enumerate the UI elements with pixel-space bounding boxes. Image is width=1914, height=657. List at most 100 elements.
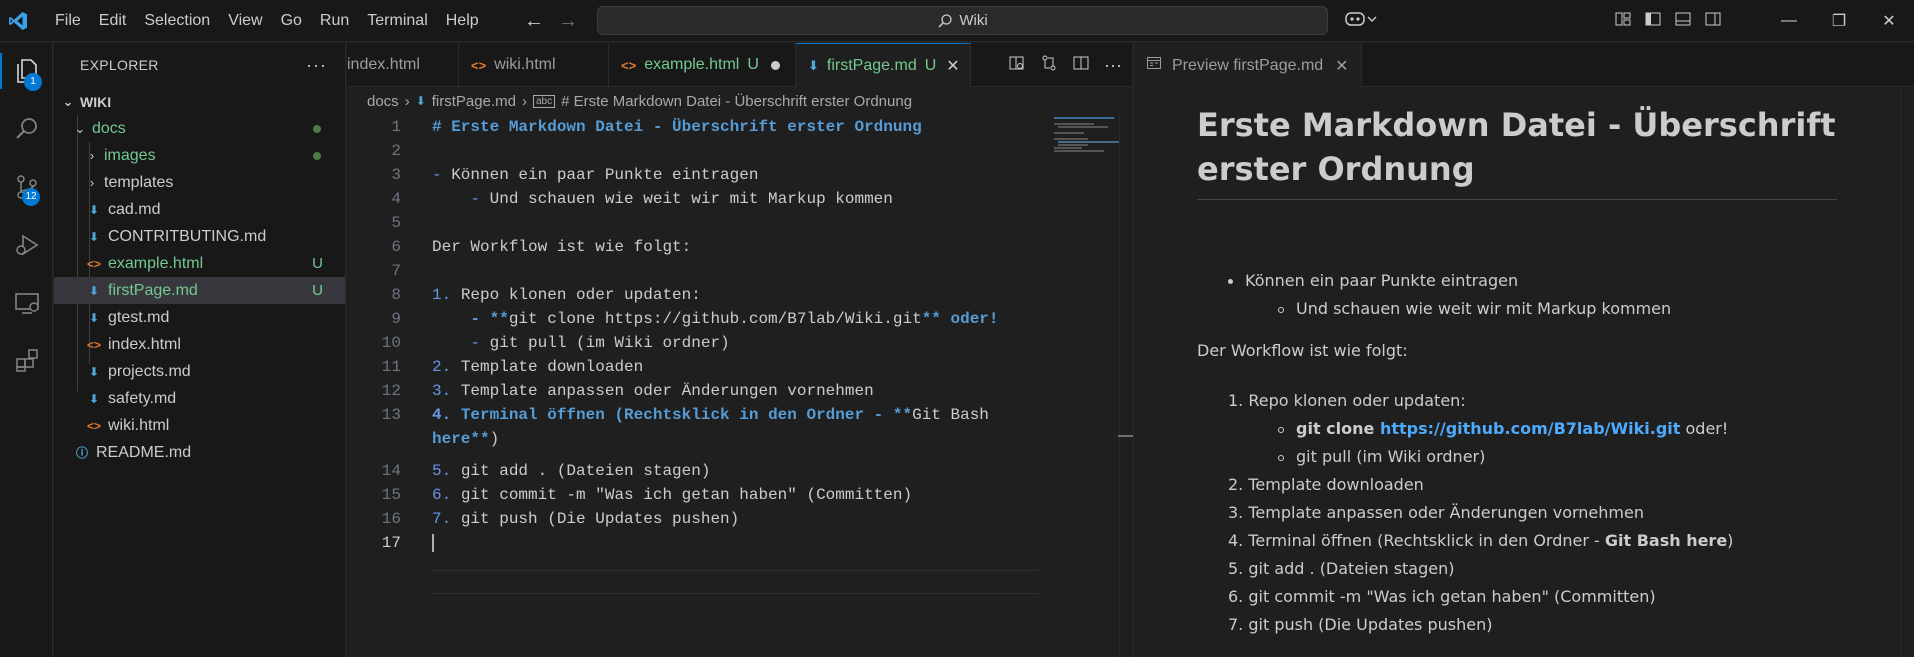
compare-changes-icon[interactable] [1040, 54, 1058, 77]
line-number: 15 [381, 486, 401, 504]
editor-scrollbar[interactable] [1118, 115, 1134, 657]
tab-label: example.html [644, 56, 740, 73]
tree-item-label: templates [104, 173, 174, 191]
line-number: 11 [381, 358, 401, 376]
more-actions-icon[interactable]: ··· [1104, 55, 1122, 76]
menu-selection[interactable]: Selection [135, 0, 219, 42]
menu-terminal[interactable]: Terminal [358, 0, 436, 42]
tree-file-readme[interactable]: ⓘ README.md [54, 439, 345, 466]
scroll-position-marker [1118, 435, 1134, 437]
workspace-root[interactable]: ⌄ WIKI [54, 88, 345, 115]
tree-file-safety[interactable]: ⬇ safety.md [54, 385, 345, 412]
tree-folder-images[interactable]: › images [54, 142, 345, 169]
markdown-file-icon: ⬇ [88, 229, 100, 244]
toggle-primary-sidebar-icon[interactable] [1644, 10, 1662, 33]
explorer-sidebar: EXPLORER ··· ⌄ WIKI ⌄ docs › images › te… [54, 43, 346, 657]
explorer-title: EXPLORER [80, 57, 159, 73]
markdown-file-icon: ⬇ [88, 391, 100, 406]
back-arrow-icon[interactable]: ← [524, 10, 544, 33]
restore-icon[interactable]: ❐ [1814, 11, 1864, 31]
search-view-icon[interactable] [0, 105, 53, 153]
modified-dot [313, 151, 321, 160]
tree-file-contributing[interactable]: ⬇ CONTRITBUTING.md [54, 223, 345, 250]
line-text: 3. Template anpassen oder Änderungen vor… [432, 382, 874, 400]
forward-arrow-icon[interactable]: → [558, 10, 578, 33]
command-center-label: Wiki [959, 12, 988, 29]
menu-help[interactable]: Help [437, 0, 488, 42]
tree-item-label: wiki.html [108, 416, 170, 434]
split-editor-icon[interactable] [1072, 54, 1090, 77]
breadcrumb-item[interactable]: docs [367, 93, 399, 110]
open-preview-icon[interactable] [1008, 54, 1026, 77]
line-text: 7. git push (Die Updates pushen) [432, 510, 740, 528]
extensions-icon[interactable] [0, 337, 53, 385]
tree-file-projects[interactable]: ⬇ projects.md [54, 358, 345, 385]
tab-firstpage-md[interactable]: ⬇ firstPage.md U ✕ [796, 43, 971, 88]
customize-layout-icon[interactable] [1614, 10, 1632, 33]
tree-file-firstpage[interactable]: ⬇ firstPage.md U [54, 277, 345, 304]
close-window-icon[interactable]: ✕ [1864, 11, 1914, 31]
untracked-status: U [312, 255, 323, 272]
tree-folder-templates[interactable]: › templates [54, 169, 345, 196]
breadcrumb: docs › ⬇ firstPage.md › abc # Erste Mark… [367, 90, 912, 112]
menu-view[interactable]: View [219, 0, 271, 42]
bullet-icon [1278, 426, 1284, 433]
line-text: 6. git commit -m "Was ich getan haben" (… [432, 486, 913, 504]
html-file-icon: <> [621, 57, 637, 73]
run-debug-icon[interactable] [0, 221, 53, 269]
menu-edit[interactable]: Edit [90, 0, 136, 42]
remote-explorer-icon[interactable] [0, 279, 53, 327]
line-number: 8 [391, 286, 401, 304]
tab-wiki-html[interactable]: <> wiki.html [459, 43, 609, 87]
menu-go[interactable]: Go [272, 0, 311, 42]
line-number: 7 [391, 262, 401, 280]
bold-text: git clone [1296, 419, 1380, 438]
toggle-panel-icon[interactable] [1674, 10, 1692, 33]
close-tab-icon[interactable]: ✕ [946, 56, 959, 76]
tab-example-html[interactable]: <> example.html U [609, 43, 796, 87]
line-number: 4 [391, 190, 401, 208]
tree-file-index[interactable]: <> index.html [54, 331, 345, 358]
list-item-text: 4. Terminal öffnen (Rechtsklick in den O… [1228, 531, 1605, 550]
line-text: - Und schauen wie weit wir mit Markup ko… [470, 190, 893, 208]
ordered-item: 3. Template anpassen oder Änderungen vor… [1228, 503, 1644, 522]
editor-group: index.html <> wiki.html <> example.html … [347, 43, 1134, 657]
command-center-search[interactable]: Wiki [597, 6, 1328, 35]
explorer-header: EXPLORER ··· [54, 43, 345, 87]
tree-file-wiki[interactable]: <> wiki.html [54, 412, 345, 439]
tree-folder-docs[interactable]: ⌄ docs [54, 115, 345, 142]
close-tab-icon[interactable]: ✕ [1335, 56, 1348, 76]
list-item-text: ) [1727, 531, 1734, 550]
tree-file-example[interactable]: <> example.html U [54, 250, 345, 277]
menu-run[interactable]: Run [311, 0, 358, 42]
bold-text: Git Bash here [1604, 531, 1728, 550]
layout-controls [1614, 0, 1722, 42]
github-link[interactable]: https://github.com/B7lab/Wiki.git [1380, 419, 1680, 438]
tree-file-cad[interactable]: ⬇ cad.md [54, 196, 345, 223]
preview-scrollbar[interactable] [1900, 87, 1914, 657]
tab-label: wiki.html [494, 56, 556, 73]
menu-file[interactable]: File [46, 0, 90, 42]
tab-preview-firstpage[interactable]: Preview firstPage.md ✕ [1134, 43, 1362, 88]
modified-dot [313, 124, 321, 133]
minimize-icon[interactable]: — [1764, 12, 1814, 30]
source-control-icon[interactable]: 12 [0, 163, 53, 211]
toggle-secondary-sidebar-icon[interactable] [1704, 10, 1722, 33]
tab-index-html[interactable]: index.html [347, 43, 459, 87]
ordered-item: 6. git commit -m "Was ich getan haben" (… [1228, 587, 1656, 606]
unsaved-dot-icon[interactable] [770, 60, 780, 70]
copilot-icon[interactable] [1344, 9, 1378, 34]
markdown-file-icon: ⬇ [808, 57, 819, 73]
ordered-item: 1. Repo klonen oder updaten: [1228, 391, 1466, 410]
untracked-status: U [924, 56, 937, 74]
preview-tabs: Preview firstPage.md ✕ [1134, 43, 1914, 88]
more-actions-icon[interactable]: ··· [306, 55, 327, 76]
tree-item-label: README.md [96, 443, 192, 461]
list-item-nested: git pull (im Wiki ordner) [1278, 447, 1485, 466]
explorer-icon[interactable]: 1 [0, 47, 53, 95]
breadcrumb-item[interactable]: firstPage.md [432, 93, 516, 110]
markdown-file-icon: ⬇ [88, 310, 100, 325]
line-text: here**) [432, 430, 500, 448]
breadcrumb-item[interactable]: # Erste Markdown Datei - Überschrift ers… [561, 93, 912, 110]
tree-file-gtest[interactable]: ⬇ gtest.md [54, 304, 345, 331]
